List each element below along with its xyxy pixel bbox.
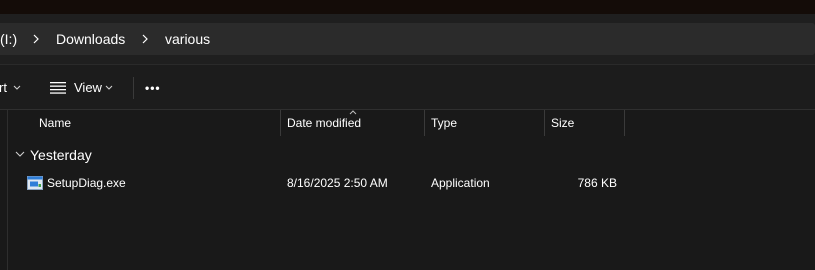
file-size: 786 KB — [577, 176, 617, 190]
address-bar[interactable]: (I:) Downloads various — [0, 23, 815, 55]
more-options-button[interactable]: ••• — [145, 65, 161, 111]
view-button[interactable]: View — [74, 65, 102, 111]
file-list: Name Date modified Type Size Yesterday S… — [0, 110, 815, 270]
column-header-type[interactable]: Type — [431, 110, 457, 136]
chevron-down-icon[interactable] — [105, 85, 113, 91]
file-explorer-window: (I:) Downloads various rt View ••• Name … — [0, 0, 815, 270]
application-exe-icon — [27, 176, 43, 190]
title-bar — [0, 0, 815, 14]
breadcrumb-various[interactable]: various — [165, 23, 210, 55]
column-divider[interactable] — [624, 110, 625, 136]
file-name[interactable]: SetupDiag.exe — [47, 172, 126, 194]
column-header-date-modified[interactable]: Date modified — [287, 110, 361, 136]
file-date-modified: 8/16/2025 2:50 AM — [287, 176, 388, 190]
table-row[interactable]: SetupDiag.exe 8/16/2025 2:50 AM Applicat… — [0, 172, 815, 194]
column-divider[interactable] — [424, 110, 425, 136]
column-divider[interactable] — [544, 110, 545, 136]
chevron-down-icon[interactable] — [13, 85, 21, 91]
column-header-size[interactable]: Size — [551, 110, 574, 136]
column-divider[interactable] — [280, 110, 281, 136]
sort-button[interactable]: rt — [0, 65, 7, 111]
command-bar: rt View ••• — [0, 64, 815, 110]
toolbar-divider — [133, 77, 134, 99]
chevron-right-icon[interactable] — [29, 32, 43, 46]
chevron-right-icon[interactable] — [138, 32, 152, 46]
group-header-yesterday[interactable]: Yesterday — [30, 144, 92, 166]
column-header-name[interactable]: Name — [39, 110, 71, 136]
view-list-icon[interactable] — [50, 81, 66, 94]
breadcrumb-downloads[interactable]: Downloads — [56, 23, 125, 55]
chevron-down-icon[interactable] — [15, 151, 25, 158]
file-type: Application — [431, 176, 490, 190]
breadcrumb-drive[interactable]: (I:) — [0, 23, 17, 55]
